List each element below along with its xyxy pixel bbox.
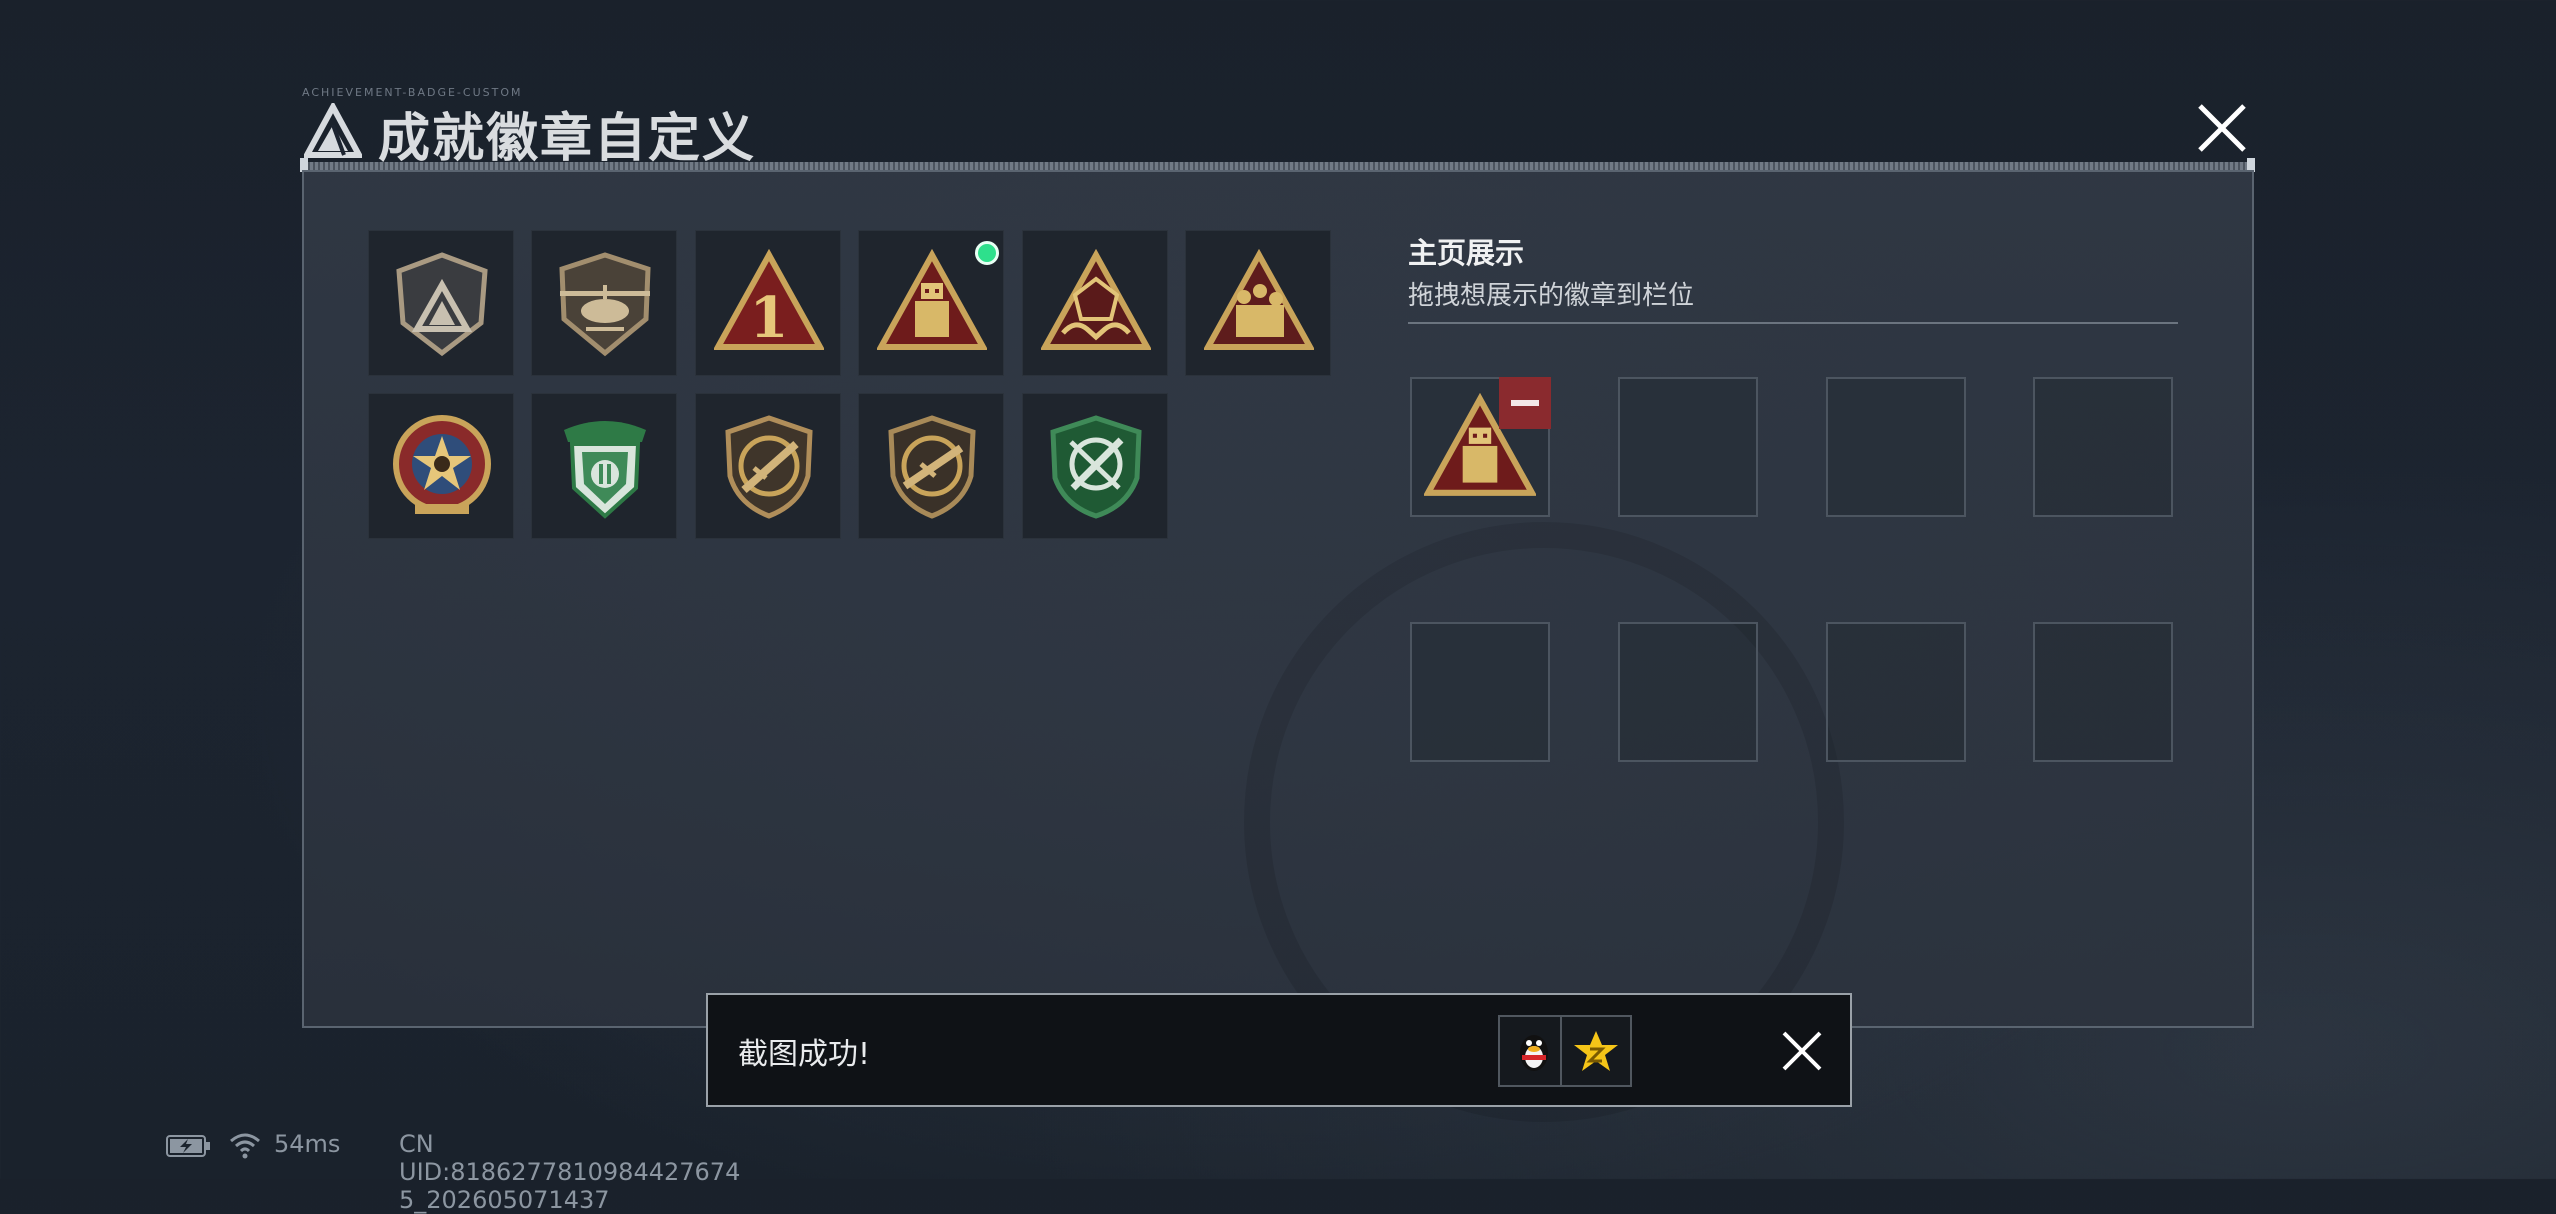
badge-rifle-bronze[interactable] (695, 393, 841, 539)
badge-crossed-rifles-green[interactable] (1022, 393, 1168, 539)
squad-triangle-icon (1204, 249, 1314, 350)
showcase-slot-4[interactable] (2033, 377, 2173, 517)
crossed-rifles-green-shield-icon (1050, 415, 1142, 519)
nova-shield-icon (396, 252, 488, 357)
svg-text:1: 1 (750, 285, 789, 351)
showcase-slot-6[interactable] (1618, 622, 1758, 762)
helicopter-shield-icon (559, 252, 651, 357)
title-divider (300, 162, 2255, 170)
new-indicator-dot (975, 241, 999, 265)
badge-helicopter-shield[interactable] (531, 230, 677, 376)
rifle-bronze-shield-icon-2 (888, 415, 976, 519)
rifle-bronze-shield-icon (725, 415, 813, 519)
toast-close-icon[interactable] (1770, 1019, 1834, 1083)
title-bar: ACHIEVEMENT-BADGE-CUSTOM 成就徽章自定义 (300, 86, 2255, 169)
close-icon[interactable] (2190, 96, 2254, 160)
red-star-medal-icon (393, 415, 491, 514)
showcase-slot-5[interactable] (1410, 622, 1550, 762)
nova-logo-icon (304, 103, 362, 158)
showcase-slot-3[interactable] (1826, 377, 1966, 517)
number-one-triangle-icon: 1 (714, 249, 824, 351)
badge-green-ribbon-shield[interactable] (531, 393, 677, 539)
badge-d20-hands[interactable] (1022, 230, 1168, 376)
badge-red-star-medal[interactable] (368, 393, 514, 539)
share-qzone-button[interactable] (1560, 1015, 1632, 1087)
badge-robot-triangle[interactable] (858, 230, 1004, 376)
green-ribbon-shield-icon (564, 421, 646, 519)
showcase-slot-2[interactable] (1618, 377, 1758, 517)
showcase-subtitle: 拖拽想展示的徽章到栏位 (1408, 281, 1695, 311)
qzone-star-icon (1574, 1031, 1618, 1071)
badge-squad[interactable] (1185, 230, 1331, 376)
badge-rifle-bronze-2[interactable] (858, 393, 1004, 539)
badge-number-one[interactable]: 1 (695, 230, 841, 376)
remove-badge-button[interactable] (1499, 377, 1551, 429)
qq-penguin-icon (1520, 1035, 1548, 1071)
page-title: 成就徽章自定义 (378, 109, 757, 169)
d20-hands-triangle-icon (1041, 249, 1151, 350)
toast-message: 截图成功! (738, 1037, 871, 1072)
ping-readout: 54ms (274, 1130, 341, 1158)
battery-charging-icon (166, 1135, 210, 1157)
badge-nova-shield[interactable] (368, 230, 514, 376)
showcase-slot-8[interactable] (2033, 622, 2173, 762)
showcase-title: 主页展示 (1408, 236, 1525, 270)
showcase-slot-7[interactable] (1826, 622, 1966, 762)
wifi-icon (230, 1133, 260, 1159)
screenshot-toast: 截图成功! (706, 993, 1852, 1107)
robot-triangle-icon (877, 249, 987, 350)
showcase-divider (1408, 322, 2178, 324)
uid-readout: CN UID:8186277810984427674​5_20260507143… (399, 1130, 741, 1214)
